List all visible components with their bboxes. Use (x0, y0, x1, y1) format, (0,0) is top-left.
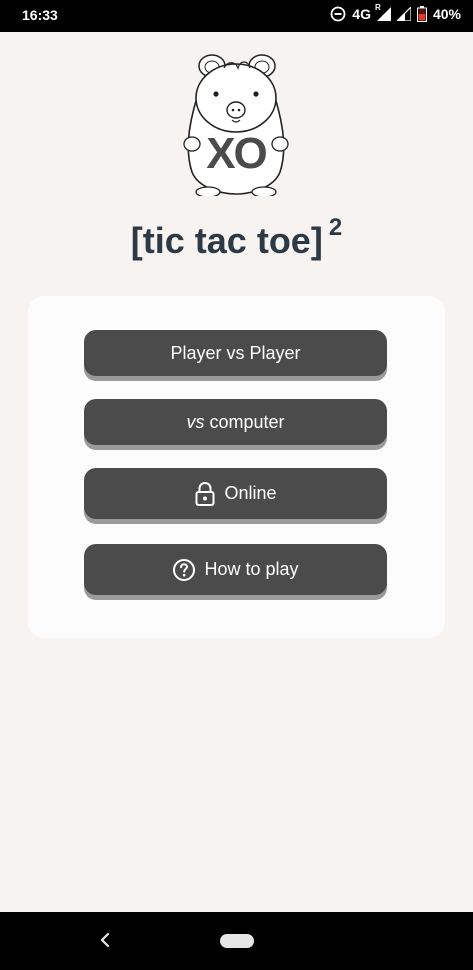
player-vs-player-label: Player vs Player (170, 342, 301, 363)
player-vs-player-button[interactable]: Player vs Player (84, 330, 387, 376)
status-bar: 16:33 4G R 40% (0, 0, 473, 32)
signal-icon-secondary (396, 7, 411, 21)
lock-icon (194, 481, 216, 507)
status-time: 16:33 (22, 7, 58, 23)
signal-icon: R (375, 3, 391, 21)
how-to-play-button[interactable]: How to play (84, 544, 387, 595)
status-icons: 4G R 40% (330, 3, 461, 22)
vs-computer-button[interactable]: vs computer (84, 399, 387, 445)
roaming-mark: R (374, 3, 381, 12)
menu-card: Player vs Player vs computer Online How … (28, 296, 445, 638)
home-pill[interactable] (220, 934, 254, 948)
app-title-text: [tic tac toe] (130, 220, 323, 261)
help-circle-icon (172, 558, 196, 582)
battery-icon (416, 6, 427, 22)
hamster-logo: XO (178, 48, 294, 198)
navigation-bar (0, 912, 473, 970)
app-area: XO [tic tac toe] 2 Player vs Player vs com… (0, 32, 473, 912)
vs-prefix-label: vs (186, 411, 205, 432)
network-type: 4G (352, 6, 371, 22)
app-title-superscript: 2 (328, 214, 343, 241)
logo-xo-text: XO (206, 129, 266, 178)
how-to-play-label: How to play (204, 559, 299, 579)
online-button[interactable]: Online (84, 468, 387, 519)
back-icon[interactable] (98, 930, 112, 950)
app-title: [tic tac toe] 2 (0, 214, 473, 262)
do-not-disturb-icon (330, 6, 346, 22)
vs-computer-label: computer (209, 411, 285, 432)
battery-percent: 40% (432, 6, 461, 22)
online-label: Online (224, 483, 277, 503)
